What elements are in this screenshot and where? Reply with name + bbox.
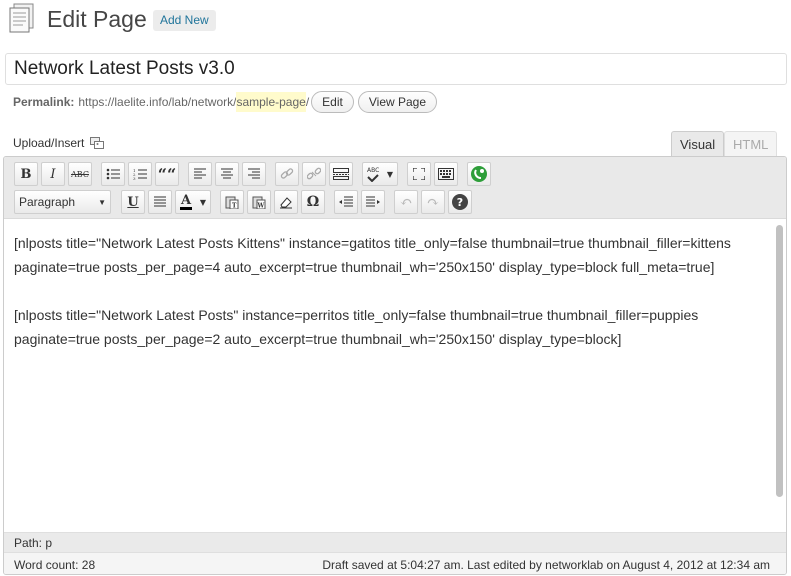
content-paragraph[interactable]: [nlposts title="Network Latest Posts Kit… — [14, 231, 764, 279]
underline-icon: U — [127, 194, 139, 210]
tab-html[interactable]: HTML — [724, 131, 778, 157]
remove-format-button[interactable] — [274, 190, 298, 214]
align-center-icon — [221, 168, 233, 179]
svg-text:T: T — [232, 203, 237, 210]
draft-status: Draft saved at 5:04:27 am. Last edited b… — [322, 558, 770, 572]
pages-icon — [9, 3, 34, 33]
upload-insert[interactable]: Upload/Insert — [13, 136, 105, 150]
strikethrough-button[interactable]: ABC — [68, 162, 92, 186]
fullscreen-button[interactable] — [407, 162, 431, 186]
redo-icon: ↷ — [426, 193, 440, 211]
align-right-button[interactable] — [242, 162, 266, 186]
link-button[interactable] — [275, 162, 299, 186]
format-select[interactable]: Paragraph ▼ — [14, 190, 111, 214]
italic-button[interactable]: I — [41, 162, 65, 186]
permalink-suffix: / — [305, 95, 310, 109]
italic-icon: I — [50, 166, 56, 182]
link-icon — [280, 168, 294, 179]
view-page-button[interactable]: View Page — [357, 91, 438, 113]
word-count: Word count: 28 — [14, 558, 96, 572]
format-select-value: Paragraph — [19, 195, 76, 209]
unlink-icon — [307, 167, 321, 180]
align-center-button[interactable] — [215, 162, 239, 186]
edit-permalink-button[interactable]: Edit — [311, 91, 354, 113]
spellcheck-button[interactable]: ABC ▼ — [362, 162, 398, 186]
omega-icon: Ω — [306, 194, 320, 210]
editor-toolbar: B I ABC 123 ““ ABC ▼ Paragraph ▼ U A ▼ T… — [4, 157, 786, 219]
paste-word-button[interactable]: W — [247, 190, 271, 214]
plugin-button[interactable] — [467, 162, 491, 186]
help-button[interactable]: ? — [448, 190, 472, 214]
undo-icon: ↶ — [399, 193, 413, 211]
align-left-button[interactable] — [188, 162, 212, 186]
editor-content[interactable]: [nlposts title="Network Latest Posts Kit… — [4, 220, 774, 532]
paste-text-icon: T — [225, 196, 239, 210]
scrollbar-thumb[interactable] — [776, 225, 783, 497]
strikethrough-icon: ABC — [71, 169, 89, 179]
bullet-list-icon — [106, 168, 120, 180]
indent-button[interactable] — [361, 190, 385, 214]
justify-icon — [154, 196, 166, 207]
align-right-icon — [248, 168, 260, 179]
more-tag-button[interactable] — [329, 162, 353, 186]
permalink-label: Permalink: — [13, 95, 75, 109]
svg-text:3: 3 — [133, 176, 136, 180]
indent-icon — [366, 196, 380, 207]
title-field-wrapper — [5, 53, 787, 85]
bold-icon: B — [20, 166, 32, 182]
spellcheck-icon — [367, 173, 379, 182]
outdent-icon — [339, 196, 353, 207]
unlink-button[interactable] — [302, 162, 326, 186]
path-bar: Path: p — [4, 532, 786, 552]
status-bar: Word count: 28 Draft saved at 5:04:27 am… — [4, 552, 786, 574]
fullscreen-icon — [413, 168, 425, 180]
numbered-list-button[interactable]: 123 — [128, 162, 152, 186]
toolbar-row-2: Paragraph ▼ U A ▼ T W Ω ↶ ↷ ? — [14, 190, 475, 214]
blockquote-icon: ““ — [157, 164, 177, 184]
numbered-list-icon: 123 — [133, 168, 147, 180]
toolbar-row-1: B I ABC 123 ““ ABC ▼ — [14, 162, 494, 186]
justify-button[interactable] — [148, 190, 172, 214]
kitchen-sink-icon — [438, 168, 454, 180]
page-title: Edit Page — [47, 6, 147, 32]
spellcheck-label: ABC — [367, 166, 380, 174]
underline-button[interactable]: U — [121, 190, 145, 214]
svg-text:W: W — [257, 203, 265, 210]
tab-visual[interactable]: Visual — [671, 131, 725, 157]
editor: B I ABC 123 ““ ABC ▼ Paragraph ▼ U A ▼ T… — [3, 156, 787, 575]
permalink-slug[interactable]: sample-page — [236, 92, 306, 112]
align-left-icon — [194, 168, 206, 179]
undo-button[interactable]: ↶ — [394, 190, 418, 214]
redo-button[interactable]: ↷ — [421, 190, 445, 214]
bullet-list-button[interactable] — [101, 162, 125, 186]
outdent-button[interactable] — [334, 190, 358, 214]
permalink-base: https://laelite.info/lab/network/ — [78, 95, 237, 109]
content-paragraph[interactable]: [nlposts title="Network Latest Posts" in… — [14, 303, 764, 351]
bold-button[interactable]: B — [14, 162, 38, 186]
spellcheck-dropdown-icon[interactable]: ▼ — [387, 170, 393, 179]
editor-scrollbar[interactable] — [774, 221, 783, 531]
add-new-button[interactable]: Add New — [153, 10, 216, 31]
text-color-button[interactable]: A ▼ — [175, 190, 211, 214]
text-color-dropdown-icon[interactable]: ▼ — [200, 198, 206, 207]
paste-word-icon: W — [252, 196, 266, 210]
upload-insert-label[interactable]: Upload/Insert — [13, 136, 84, 150]
paste-text-button[interactable]: T — [220, 190, 244, 214]
blockquote-button[interactable]: ““ — [155, 162, 179, 186]
kitchen-sink-button[interactable] — [434, 162, 458, 186]
special-character-button[interactable]: Ω — [301, 190, 325, 214]
post-title-input[interactable] — [6, 54, 786, 84]
chevron-down-icon: ▼ — [98, 197, 106, 207]
add-media-icon[interactable] — [90, 136, 105, 150]
permalink-row: Permalink: https://laelite.info/lab/netw… — [13, 91, 438, 113]
more-tag-icon — [333, 168, 349, 180]
eraser-icon — [280, 197, 292, 209]
help-icon: ? — [452, 194, 468, 210]
plugin-icon — [471, 166, 487, 182]
text-color-icon: A — [180, 192, 192, 208]
